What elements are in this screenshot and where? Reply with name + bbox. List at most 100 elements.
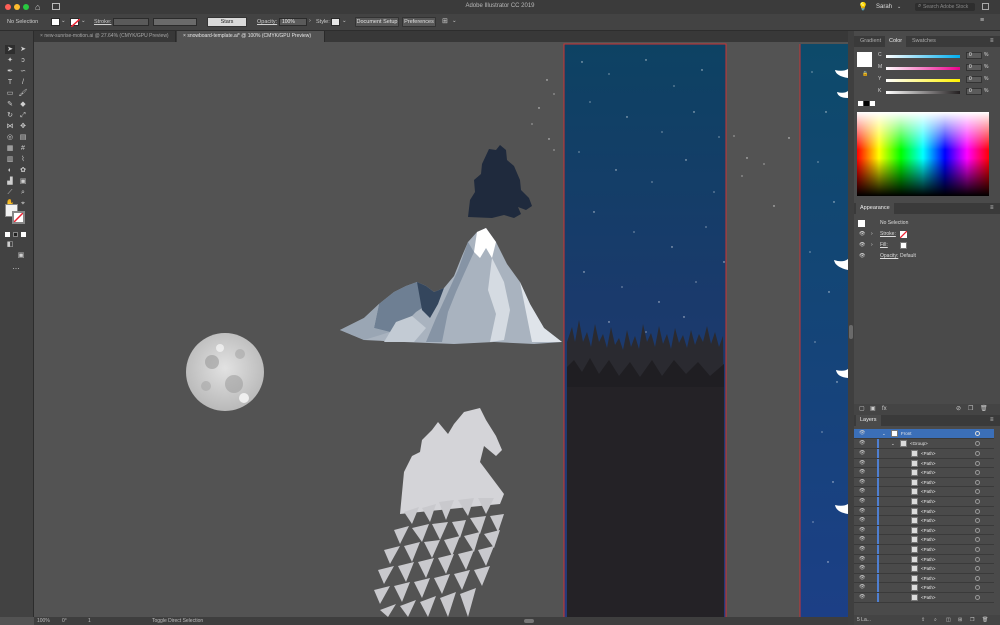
tab-color[interactable]: Color bbox=[885, 36, 907, 47]
opacity-label[interactable]: Opacity: bbox=[880, 251, 898, 262]
eye-icon[interactable]: 👁 bbox=[859, 478, 865, 487]
layer-path-row[interactable]: 👁 <Path> bbox=[854, 458, 994, 469]
target-icon[interactable] bbox=[975, 460, 980, 466]
layer-group[interactable]: 👁 ⌄ <Group> bbox=[854, 439, 994, 449]
lightbulb-icon[interactable]: 💡 bbox=[858, 2, 868, 11]
panel-menu-icon[interactable]: ≡ bbox=[990, 417, 994, 423]
draw-normal-icon[interactable]: ◧ bbox=[5, 240, 15, 249]
layer-path-row[interactable]: 👁 <Path> bbox=[854, 449, 994, 459]
target-icon[interactable] bbox=[975, 499, 980, 504]
group-name[interactable]: <Group> bbox=[910, 439, 928, 448]
eye-icon[interactable]: 👁 bbox=[859, 449, 865, 458]
add-fill-icon[interactable]: ▣ bbox=[870, 404, 876, 415]
path-name[interactable]: <Path> bbox=[921, 478, 936, 487]
selection-tool-icon[interactable]: ➤ bbox=[5, 45, 15, 54]
stroke-label[interactable]: Stroke: bbox=[880, 229, 896, 240]
tab-swatches[interactable]: Swatches bbox=[908, 36, 940, 47]
chevron-down-icon[interactable]: ⌄ bbox=[897, 4, 901, 10]
stroke-color-box[interactable] bbox=[12, 211, 25, 224]
mesh-tool-icon[interactable]: # bbox=[18, 144, 28, 153]
stroke-weight-field[interactable] bbox=[113, 18, 149, 26]
layer-path-row[interactable]: 👁 <Path> bbox=[854, 554, 994, 565]
scroll-thumb[interactable] bbox=[849, 325, 853, 339]
eyedropper-tool-icon[interactable]: ⌇ bbox=[18, 155, 28, 164]
eye-icon[interactable]: 👁 bbox=[859, 516, 865, 525]
target-icon[interactable] bbox=[975, 441, 980, 446]
eraser-tool-icon[interactable]: ◆ bbox=[18, 100, 28, 109]
layer-path-row[interactable]: 👁 <Path> bbox=[854, 477, 994, 488]
style-swatch[interactable] bbox=[331, 18, 340, 26]
add-effect-icon[interactable]: fx bbox=[882, 404, 887, 415]
perspective-grid-tool-icon[interactable]: ▦ bbox=[5, 144, 15, 153]
target-icon[interactable] bbox=[975, 470, 980, 476]
layer-path-row[interactable]: 👁 <Path> bbox=[854, 525, 994, 536]
gradient-tool-icon[interactable]: ▥ bbox=[5, 155, 15, 164]
target-icon[interactable] bbox=[975, 566, 980, 572]
preferences-button[interactable]: Preferences bbox=[402, 17, 436, 27]
chevron-right-icon[interactable]: › bbox=[871, 240, 873, 251]
layer-path-row[interactable]: 👁 <Path> bbox=[854, 593, 994, 603]
opacity-input[interactable]: 100% bbox=[279, 18, 307, 26]
blend-tool-icon[interactable]: ◐ bbox=[5, 166, 15, 175]
path-name[interactable]: <Path> bbox=[921, 449, 936, 458]
clipping-mask-icon[interactable]: ◫ bbox=[946, 615, 951, 625]
path-name[interactable]: <Path> bbox=[921, 526, 936, 535]
none-swatch[interactable] bbox=[858, 101, 863, 106]
gradient-mode-button[interactable] bbox=[13, 232, 18, 237]
scale-tool-icon[interactable]: ⤢ bbox=[18, 111, 28, 120]
cyan-slider[interactable]: C 0 % bbox=[878, 52, 996, 60]
shape-builder-tool-icon[interactable]: ◎ bbox=[5, 133, 15, 142]
color-spectrum[interactable] bbox=[857, 112, 989, 196]
stroke-swatch[interactable] bbox=[70, 18, 81, 28]
layer-path-row[interactable]: 👁 <Path> bbox=[854, 487, 994, 497]
channel-value[interactable]: 0 bbox=[966, 52, 982, 59]
slider-track[interactable] bbox=[886, 67, 960, 70]
path-name[interactable]: <Path> bbox=[921, 507, 936, 516]
chevron-down-icon[interactable]: ⌄ bbox=[81, 18, 86, 24]
eye-icon[interactable]: 👁 bbox=[859, 439, 865, 448]
new-layer-icon[interactable]: ❐ bbox=[970, 615, 974, 625]
eye-icon[interactable]: 👁 bbox=[859, 429, 865, 438]
slider-track[interactable] bbox=[886, 91, 960, 94]
target-icon[interactable] bbox=[975, 556, 980, 562]
eye-icon[interactable]: 👁 bbox=[859, 459, 865, 468]
layer-path-row[interactable]: 👁 <Path> bbox=[854, 506, 994, 517]
opacity-label[interactable]: Opacity: bbox=[257, 19, 277, 25]
type-tool-icon[interactable]: T bbox=[5, 78, 15, 87]
rotation-value[interactable]: 0° bbox=[62, 617, 67, 625]
tab-snowboard-template[interactable]: × snowboard-template.ai* @ 100% (CMYK/GP… bbox=[177, 31, 325, 42]
eye-icon[interactable]: 👁 bbox=[859, 487, 865, 496]
layer-path-row[interactable]: 👁 <Path> bbox=[854, 497, 994, 507]
target-icon[interactable] bbox=[975, 575, 980, 581]
snowboard-artboard-2[interactable] bbox=[799, 44, 848, 617]
stroke-swatch[interactable] bbox=[899, 230, 908, 239]
layer-path-row[interactable]: 👁 <Path> bbox=[854, 468, 994, 478]
target-icon[interactable] bbox=[975, 585, 980, 591]
target-icon[interactable] bbox=[975, 508, 980, 514]
add-stroke-icon[interactable]: ▢ bbox=[859, 404, 865, 415]
stock-search-input[interactable]: Search Adobe Stock bbox=[915, 3, 975, 11]
width-tool-icon[interactable]: ⋈ bbox=[5, 122, 15, 131]
path-name[interactable]: <Path> bbox=[921, 583, 936, 592]
eye-icon[interactable]: 👁 bbox=[859, 574, 865, 583]
path-name[interactable]: <Path> bbox=[921, 459, 936, 468]
chevron-down-icon[interactable]: ⌄ bbox=[61, 18, 66, 24]
locate-object-icon[interactable]: ⌕ bbox=[934, 615, 937, 625]
fill-swatch[interactable] bbox=[900, 242, 907, 249]
eye-icon[interactable]: 👁 bbox=[859, 564, 865, 573]
eye-icon[interactable]: 👁 bbox=[859, 251, 865, 262]
variable-width-profile[interactable] bbox=[153, 18, 197, 26]
white-swatch[interactable] bbox=[870, 101, 875, 106]
paintbrush-tool-icon[interactable]: 🖌 bbox=[18, 89, 28, 98]
target-icon[interactable] bbox=[975, 537, 980, 543]
column-graph-tool-icon[interactable]: ▟ bbox=[5, 177, 15, 186]
path-name[interactable]: <Path> bbox=[921, 574, 936, 583]
line-tool-icon[interactable]: / bbox=[18, 78, 28, 87]
eye-icon[interactable]: 👁 bbox=[859, 507, 865, 516]
path-name[interactable]: <Path> bbox=[921, 555, 936, 564]
rectangle-tool-icon[interactable]: ▭ bbox=[5, 89, 15, 98]
path-name[interactable]: <Path> bbox=[921, 497, 936, 506]
panel-menu-icon[interactable]: ≡ bbox=[990, 38, 994, 44]
document-setup-button[interactable]: Document Setup bbox=[355, 17, 399, 27]
moon-illustration[interactable] bbox=[186, 333, 264, 411]
